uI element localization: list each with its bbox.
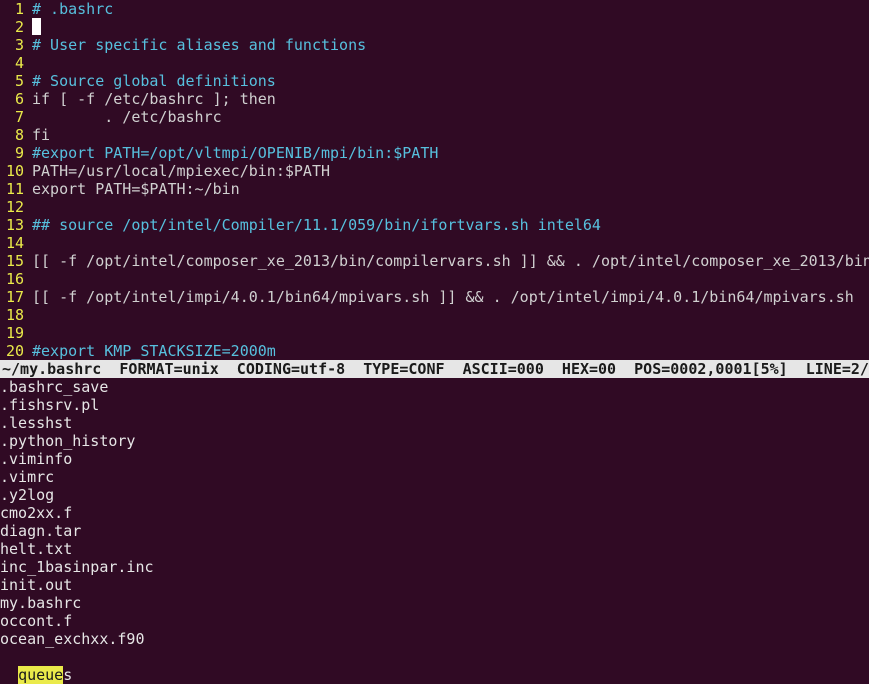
file-item: occont.f xyxy=(0,612,869,630)
file-item: .viminfo xyxy=(0,450,869,468)
code-line[interactable]: 10PATH=/usr/local/mpiexec/bin:$PATH xyxy=(0,162,869,180)
line-number: 3 xyxy=(0,36,28,54)
code-line[interactable]: 1# .bashrc xyxy=(0,0,869,18)
code-text: [[ -f /opt/intel/composer_xe_2013/bin/co… xyxy=(28,252,869,270)
code-text: PATH=/usr/local/mpiexec/bin:$PATH xyxy=(28,162,330,180)
line-number: 11 xyxy=(0,180,28,198)
editor-area[interactable]: 1# .bashrc2 3# User specific aliases and… xyxy=(0,0,869,360)
code-line[interactable]: 5# Source global definitions xyxy=(0,72,869,90)
code-line[interactable]: 7 . /etc/bashrc xyxy=(0,108,869,126)
code-text: # .bashrc xyxy=(28,0,113,18)
code-line[interactable]: 6if [ -f /etc/bashrc ]; then xyxy=(0,90,869,108)
line-number: 16 xyxy=(0,270,28,288)
line-number: 2 xyxy=(0,18,28,36)
file-item: .bashrc_save xyxy=(0,378,869,396)
file-item: .python_history xyxy=(0,432,869,450)
line-number: 17 xyxy=(0,288,28,306)
search-rest: s xyxy=(63,666,72,684)
file-item: cmo2xx.f xyxy=(0,504,869,522)
code-text xyxy=(28,234,32,252)
file-item: inc_1basinpar.inc xyxy=(0,558,869,576)
file-item: .vimrc xyxy=(0,468,869,486)
code-line[interactable]: 2 xyxy=(0,18,869,36)
file-item: .y2log xyxy=(0,486,869,504)
line-number: 7 xyxy=(0,108,28,126)
code-text: if [ -f /etc/bashrc ]; then xyxy=(28,90,276,108)
code-line[interactable]: 20#export KMP_STACKSIZE=2000m xyxy=(0,342,869,360)
file-item: .fishsrv.pl xyxy=(0,396,869,414)
code-line[interactable]: 4 xyxy=(0,54,869,72)
code-line[interactable]: 19 xyxy=(0,324,869,342)
code-line[interactable]: 12 xyxy=(0,198,869,216)
line-number: 8 xyxy=(0,126,28,144)
status-bar: ~/my.bashrc FORMAT=unix CODING=utf-8 TYP… xyxy=(0,360,869,378)
code-text xyxy=(28,198,32,216)
code-line[interactable]: 8fi xyxy=(0,126,869,144)
file-item: .lesshst xyxy=(0,414,869,432)
code-text: # User specific aliases and functions xyxy=(28,36,366,54)
line-number: 9 xyxy=(0,144,28,162)
file-list: .bashrc_save.fishsrv.pl.lesshst.python_h… xyxy=(0,378,869,648)
code-text: #export KMP_STACKSIZE=2000m xyxy=(28,342,276,360)
cursor xyxy=(32,18,41,35)
code-text: fi xyxy=(28,126,50,144)
code-text xyxy=(28,18,41,36)
code-text: [[ -f /opt/intel/impi/4.0.1/bin64/mpivar… xyxy=(28,288,854,306)
line-number: 4 xyxy=(0,54,28,72)
code-text xyxy=(28,270,32,288)
line-number: 13 xyxy=(0,216,28,234)
line-number: 18 xyxy=(0,306,28,324)
line-number: 20 xyxy=(0,342,28,360)
code-line[interactable]: 14 xyxy=(0,234,869,252)
code-text: ## source /opt/intel/Compiler/11.1/059/b… xyxy=(28,216,601,234)
line-number: 14 xyxy=(0,234,28,252)
code-line[interactable]: 3# User specific aliases and functions xyxy=(0,36,869,54)
code-text xyxy=(28,54,32,72)
line-number: 12 xyxy=(0,198,28,216)
code-text xyxy=(28,306,32,324)
code-line[interactable]: 11export PATH=$PATH:~/bin xyxy=(0,180,869,198)
file-item: diagn.tar xyxy=(0,522,869,540)
file-item: helt.txt xyxy=(0,540,869,558)
code-line[interactable]: 13## source /opt/intel/Compiler/11.1/059… xyxy=(0,216,869,234)
code-text: . /etc/bashrc xyxy=(28,108,222,126)
code-line[interactable]: 15[[ -f /opt/intel/composer_xe_2013/bin/… xyxy=(0,252,869,270)
line-number: 5 xyxy=(0,72,28,90)
file-item: my.bashrc xyxy=(0,594,869,612)
code-text: #export PATH=/opt/vltmpi/OPENIB/mpi/bin:… xyxy=(28,144,438,162)
file-item: ocean_exchxx.f90 xyxy=(0,630,869,648)
code-line[interactable]: 9#export PATH=/opt/vltmpi/OPENIB/mpi/bin… xyxy=(0,144,869,162)
code-line[interactable]: 16 xyxy=(0,270,869,288)
search-match: queue xyxy=(18,666,63,684)
command-line[interactable]: queues xyxy=(0,648,869,684)
line-number: 15 xyxy=(0,252,28,270)
code-line[interactable]: 17[[ -f /opt/intel/impi/4.0.1/bin64/mpiv… xyxy=(0,288,869,306)
line-number: 10 xyxy=(0,162,28,180)
code-line[interactable]: 18 xyxy=(0,306,869,324)
line-number: 1 xyxy=(0,0,28,18)
file-item: init.out xyxy=(0,576,869,594)
line-number: 19 xyxy=(0,324,28,342)
code-text: export PATH=$PATH:~/bin xyxy=(28,180,240,198)
code-text: # Source global definitions xyxy=(28,72,276,90)
code-text xyxy=(28,324,32,342)
line-number: 6 xyxy=(0,90,28,108)
